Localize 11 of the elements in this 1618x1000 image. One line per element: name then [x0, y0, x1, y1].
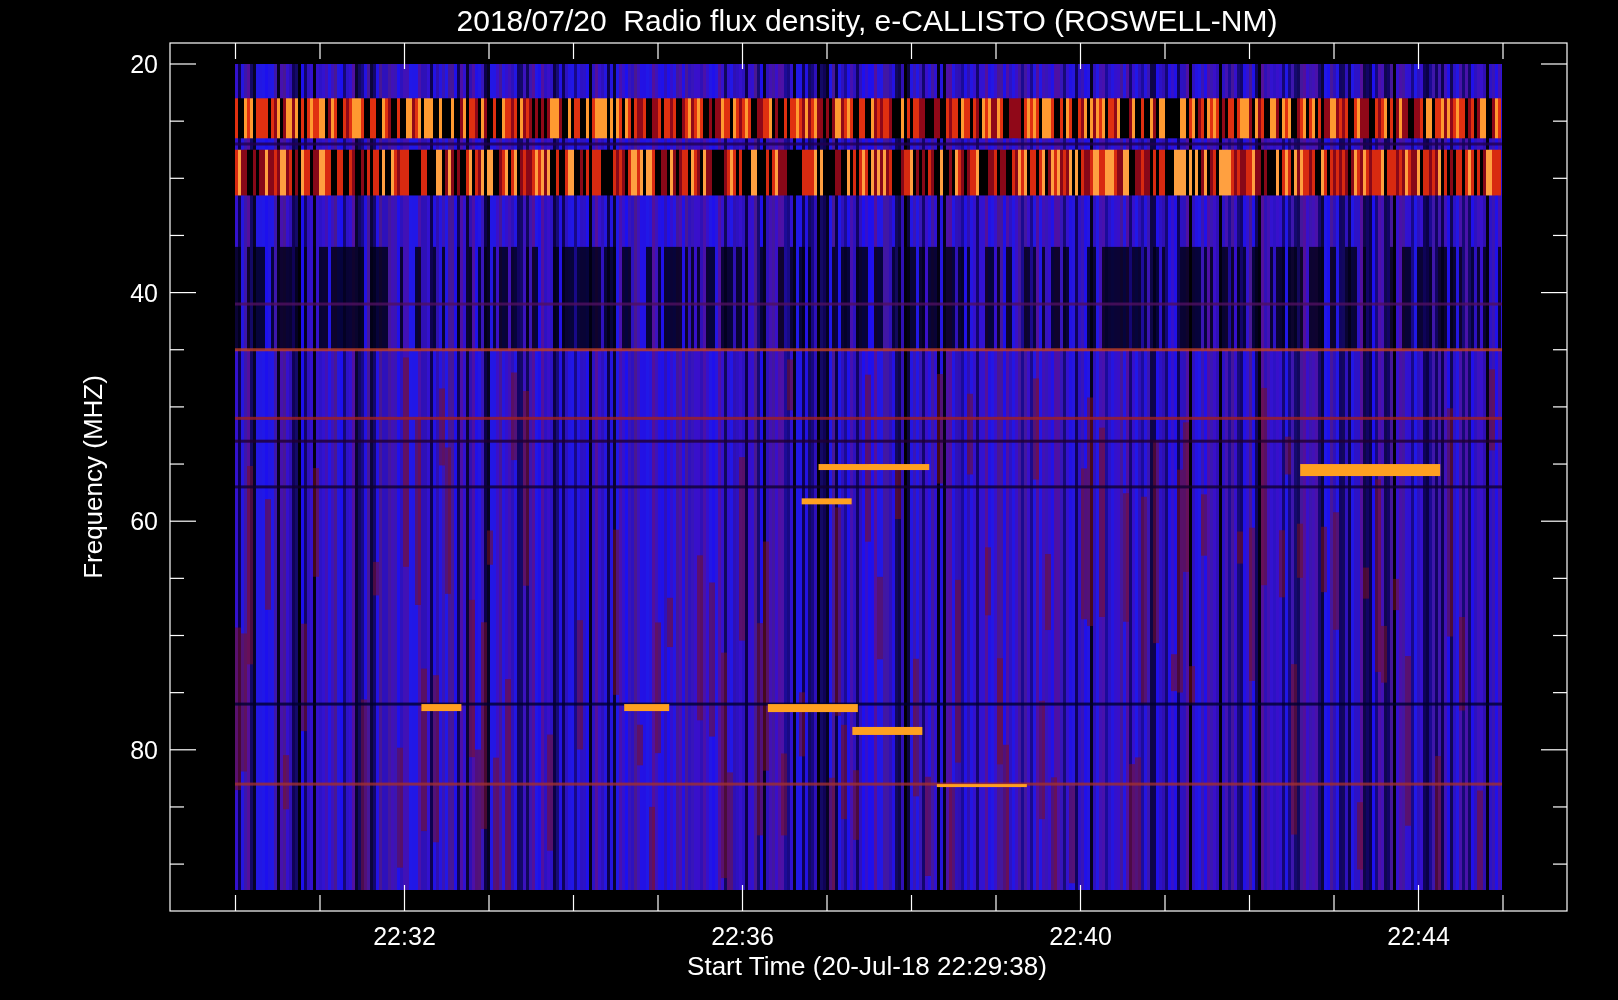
tick-label: 22:36 — [711, 922, 774, 950]
tick-label: 80 — [130, 735, 158, 764]
tick-label: 22:44 — [1387, 922, 1450, 950]
tick-label: 40 — [130, 278, 158, 307]
chart-title: 2018/07/20 Radio flux density, e-CALLISTO (ROSWELL-NM) — [456, 4, 1278, 37]
axis-label: Start Time (20-Jul-18 22:29:38) — [687, 951, 1047, 981]
tick-label: 20 — [130, 50, 158, 78]
tick-label: 22:40 — [1049, 922, 1112, 950]
axis-label: Frequency (MHZ) — [78, 375, 108, 579]
tick-label: 22:32 — [373, 922, 436, 950]
tick-label: 60 — [130, 507, 158, 536]
